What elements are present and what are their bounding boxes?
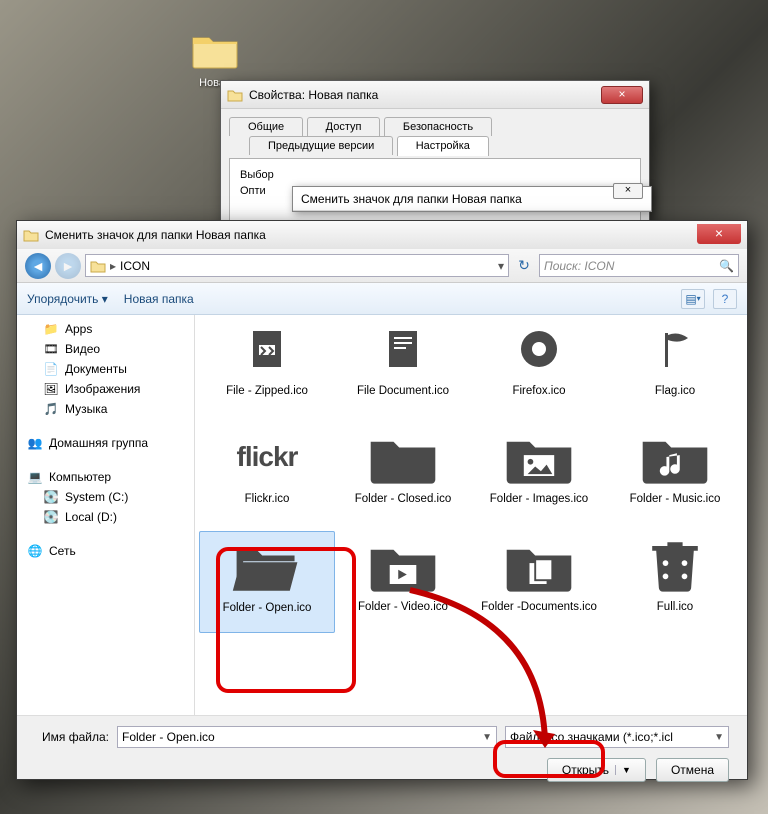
file-label: Folder - Video.ico bbox=[337, 601, 469, 627]
sidebar-item-local-d[interactable]: 💽Local (D:) bbox=[17, 507, 194, 527]
file-item[interactable]: File Document.ico bbox=[335, 315, 471, 415]
tooltip-close[interactable]: × bbox=[613, 183, 643, 199]
drive-icon: 💽 bbox=[43, 509, 59, 525]
sidebar-item-music[interactable]: 🎵Музыка bbox=[17, 399, 194, 419]
new-folder-button[interactable]: Новая папка bbox=[124, 292, 194, 306]
dialog-close-button[interactable]: × bbox=[697, 224, 741, 244]
file-label: Flickr.ico bbox=[201, 493, 333, 519]
folder-icon bbox=[227, 88, 243, 102]
image-icon: 🖼 bbox=[43, 381, 59, 397]
file-item[interactable]: Folder - Images.ico bbox=[471, 423, 607, 523]
organize-menu[interactable]: Упорядочить ▾ bbox=[27, 292, 108, 306]
file-label: Folder - Music.ico bbox=[609, 493, 741, 519]
file-label: Folder - Images.ico bbox=[473, 493, 605, 519]
music-icon: 🎵 bbox=[43, 401, 59, 417]
tab-sharing[interactable]: Доступ bbox=[307, 117, 381, 136]
sidebar-item-images[interactable]: 🖼Изображения bbox=[17, 379, 194, 399]
properties-title: Свойства: Новая папка bbox=[249, 88, 601, 102]
video-icon: 🎞 bbox=[43, 341, 59, 357]
search-placeholder: Поиск: ICON bbox=[544, 259, 614, 273]
file-label: File - Zipped.ico bbox=[201, 385, 333, 411]
address-bar[interactable]: ▸ ICON ▾ bbox=[85, 254, 509, 277]
homegroup-icon: 👥 bbox=[27, 435, 43, 451]
folder-icon: 📁 bbox=[43, 321, 59, 337]
file-label: Full.ico bbox=[609, 601, 741, 627]
drive-icon: 💽 bbox=[43, 489, 59, 505]
folder-icon bbox=[23, 228, 39, 242]
tab-security[interactable]: Безопасность bbox=[384, 117, 492, 136]
file-label: File Document.ico bbox=[337, 385, 469, 411]
chevron-right-icon: ▸ bbox=[110, 259, 116, 273]
search-icon: 🔍 bbox=[719, 259, 734, 273]
dropdown-icon[interactable]: ▼ bbox=[482, 732, 492, 743]
filename-input[interactable]: Folder - Open.ico ▼ bbox=[117, 726, 497, 748]
split-dropdown-icon[interactable]: ▼ bbox=[615, 765, 631, 775]
file-item[interactable]: Folder - Music.ico bbox=[607, 423, 743, 523]
file-label: Folder - Open.ico bbox=[202, 602, 332, 628]
sidebar: 📁Apps 🎞Видео 📄Документы 🖼Изображения 🎵Му… bbox=[17, 315, 195, 715]
file-label: Flag.ico bbox=[609, 385, 741, 411]
file-label: Folder -Documents.ico bbox=[473, 601, 605, 627]
open-button[interactable]: Открыть▼ bbox=[547, 758, 646, 782]
file-item[interactable]: Firefox.ico bbox=[471, 315, 607, 415]
file-item-selected[interactable]: Folder - Open.ico bbox=[199, 531, 335, 633]
tab-general[interactable]: Общие bbox=[229, 117, 303, 136]
tooltip-text: Сменить значок для папки Новая папка bbox=[293, 187, 651, 211]
search-input[interactable]: Поиск: ICON 🔍 bbox=[539, 254, 739, 277]
dialog-titlebar[interactable]: Сменить значок для папки Новая папка × bbox=[17, 221, 747, 249]
file-filter[interactable]: Файлы со значками (*.ico;*.icl ▼ bbox=[505, 726, 729, 748]
file-item[interactable]: Flag.ico bbox=[607, 315, 743, 415]
file-item[interactable]: Folder - Closed.ico bbox=[335, 423, 471, 523]
address-path: ICON bbox=[120, 259, 150, 273]
refresh-button[interactable]: ↻ bbox=[513, 255, 535, 277]
folder-icon bbox=[90, 259, 106, 273]
filename-label: Имя файла: bbox=[35, 730, 109, 744]
toolbar: Упорядочить ▾ Новая папка ▤▾ ? bbox=[17, 283, 747, 315]
sidebar-item-system-c[interactable]: 💽System (C:) bbox=[17, 487, 194, 507]
group-label: Выбор bbox=[240, 169, 630, 181]
properties-titlebar[interactable]: Свойства: Новая папка × bbox=[221, 81, 649, 109]
file-item[interactable]: flickr Flickr.ico bbox=[199, 423, 335, 523]
document-icon: 📄 bbox=[43, 361, 59, 377]
dropdown-icon[interactable]: ▼ bbox=[714, 732, 724, 743]
cancel-button[interactable]: Отмена bbox=[656, 758, 729, 782]
help-button[interactable]: ? bbox=[713, 289, 737, 309]
tab-customize[interactable]: Настройка bbox=[397, 136, 489, 156]
file-label: Folder - Closed.ico bbox=[337, 493, 469, 519]
back-button[interactable]: ◄ bbox=[25, 253, 51, 279]
tooltip-window: × Сменить значок для папки Новая папка bbox=[292, 186, 652, 212]
file-label: Firefox.ico bbox=[473, 385, 605, 411]
close-button[interactable]: × bbox=[601, 86, 643, 104]
dialog-title: Сменить значок для папки Новая папка bbox=[45, 228, 697, 242]
network-icon: 🌐 bbox=[27, 543, 43, 559]
sidebar-item-homegroup[interactable]: 👥Домашняя группа bbox=[17, 433, 194, 453]
filename-value: Folder - Open.ico bbox=[122, 730, 215, 744]
file-item[interactable]: Folder -Documents.ico bbox=[471, 531, 607, 633]
file-item[interactable]: Folder - Video.ico bbox=[335, 531, 471, 633]
tab-previous-versions[interactable]: Предыдущие версии bbox=[249, 136, 393, 155]
sidebar-item-documents[interactable]: 📄Документы bbox=[17, 359, 194, 379]
sidebar-item-apps[interactable]: 📁Apps bbox=[17, 319, 194, 339]
sidebar-item-computer[interactable]: 💻Компьютер bbox=[17, 467, 194, 487]
sidebar-item-network[interactable]: 🌐Сеть bbox=[17, 541, 194, 561]
filter-value: Файлы со значками (*.ico;*.icl bbox=[510, 730, 673, 744]
open-dialog: Сменить значок для папки Новая папка × ◄… bbox=[16, 220, 748, 780]
view-button[interactable]: ▤▾ bbox=[681, 289, 705, 309]
computer-icon: 💻 bbox=[27, 469, 43, 485]
file-list: File - Zipped.ico File Document.ico Fire… bbox=[195, 315, 747, 715]
dialog-bottom-bar: Имя файла: Folder - Open.ico ▼ Файлы со … bbox=[17, 715, 747, 792]
navigation-bar: ◄ ► ▸ ICON ▾ ↻ Поиск: ICON 🔍 bbox=[17, 249, 747, 283]
file-item[interactable]: File - Zipped.ico bbox=[199, 315, 335, 415]
dropdown-icon[interactable]: ▾ bbox=[498, 259, 504, 273]
sidebar-item-video[interactable]: 🎞Видео bbox=[17, 339, 194, 359]
forward-button[interactable]: ► bbox=[55, 253, 81, 279]
file-item[interactable]: Full.ico bbox=[607, 531, 743, 633]
